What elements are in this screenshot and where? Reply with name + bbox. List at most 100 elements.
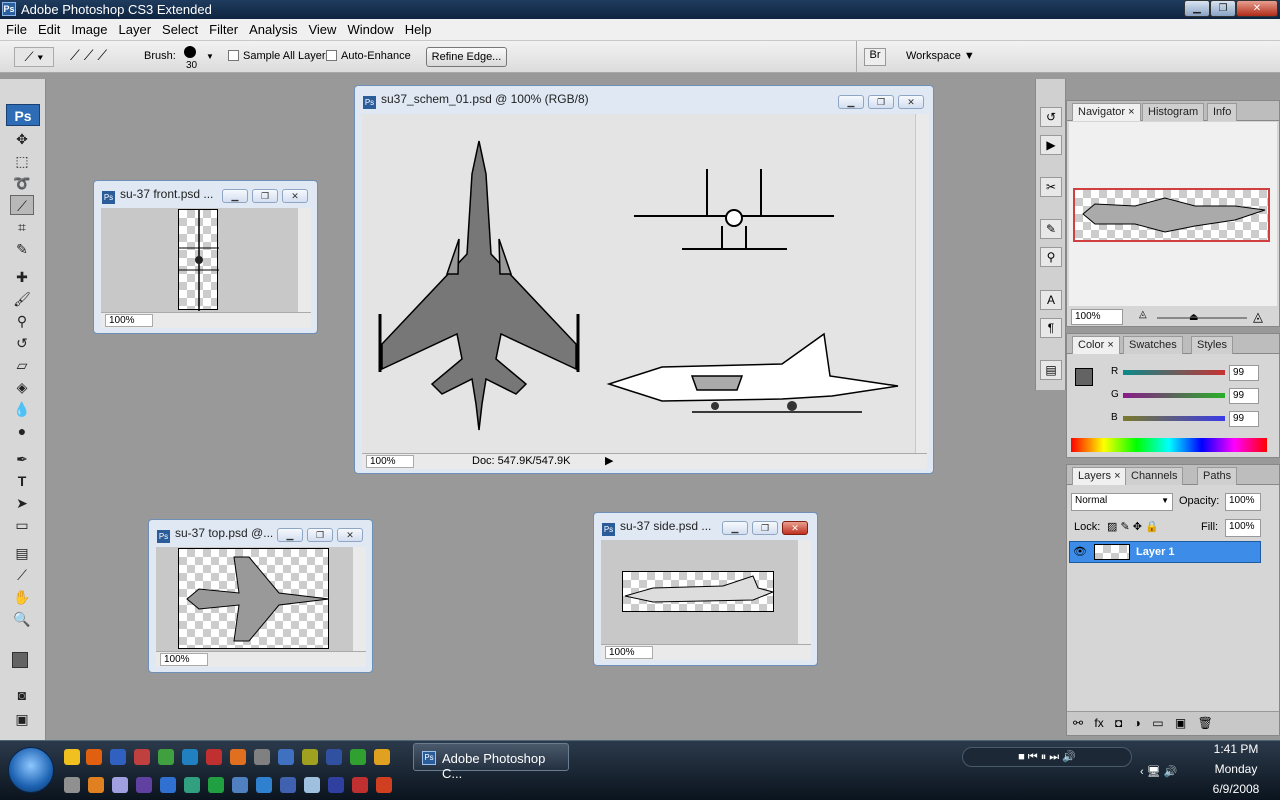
lock-icons[interactable]: ▨ ✎ ✥ 🔒 [1107, 520, 1159, 533]
doc-window-front[interactable]: Ps su-37 front.psd ... ▁ ❐ ✕ 100% [93, 180, 318, 334]
quicklaunch-icon[interactable] [64, 777, 80, 793]
clone-stamp-icon[interactable]: ⚲ [10, 311, 34, 331]
quicklaunch-icon[interactable] [278, 749, 294, 765]
eyedropper-icon[interactable]: ⟋ [10, 565, 34, 585]
selection-mode-icons[interactable]: ⟋ ⟋ ⟋ [70, 47, 107, 64]
zoom-slider-thumb[interactable]: ⏏ [1189, 312, 1198, 323]
clock[interactable]: 1:41 PM Monday 6/9/2008 [1192, 741, 1280, 796]
tab-navigator[interactable]: Navigator × [1072, 103, 1141, 121]
menu-image[interactable]: Image [65, 19, 112, 37]
tab-swatches[interactable]: Swatches [1123, 336, 1183, 354]
type-tool-icon[interactable]: T [10, 471, 34, 491]
color-spectrum-bar[interactable] [1071, 438, 1267, 452]
eye-icon[interactable]: 👁 [1073, 545, 1087, 558]
taskbar-photoshop-button[interactable]: Ps Adobe Photoshop C... [413, 743, 569, 781]
rectangle-tool-icon[interactable]: ▭ [10, 515, 34, 535]
foreground-color-swatch[interactable] [1075, 368, 1093, 386]
quicklaunch-icon[interactable] [208, 777, 224, 793]
doc-maximize-button[interactable]: ❐ [752, 521, 778, 535]
menu-view[interactable]: View [302, 19, 341, 37]
brush-tool-icon[interactable]: 🖌 [10, 289, 34, 309]
healing-brush-icon[interactable]: ✚ [10, 267, 34, 287]
doc-maximize-button[interactable]: ❐ [868, 95, 894, 109]
quicklaunch-icon[interactable] [64, 749, 80, 765]
tab-channels[interactable]: Channels [1125, 467, 1184, 485]
quicklaunch-icon[interactable] [110, 749, 126, 765]
menu-window[interactable]: Window [341, 19, 398, 37]
navigator-zoom-field[interactable]: 100% [1071, 309, 1123, 325]
blend-mode-select[interactable]: Normal ▼ [1071, 493, 1173, 511]
brush-dropdown-icon[interactable]: ▼ [206, 52, 214, 61]
zoom-out-icon[interactable]: ◬ [1139, 309, 1147, 320]
canvas[interactable] [601, 540, 797, 644]
quicklaunch-icon[interactable] [376, 777, 392, 793]
auto-enhance-checkbox[interactable]: Auto-Enhance [326, 50, 411, 62]
path-selection-icon[interactable]: ➤ [10, 493, 34, 513]
eraser-tool-icon[interactable]: ▱ [10, 355, 34, 375]
sample-all-layers-checkbox[interactable]: Sample All Layers [228, 50, 331, 62]
brushes-icon[interactable]: ✎ [1040, 219, 1062, 239]
slice-tool-icon[interactable]: ✎ [10, 239, 34, 259]
menu-edit[interactable]: Edit [32, 19, 65, 37]
quicklaunch-icon[interactable] [158, 749, 174, 765]
blue-slider[interactable] [1123, 416, 1225, 421]
tab-paths[interactable]: Paths [1197, 467, 1238, 485]
canvas[interactable] [156, 547, 352, 651]
refine-edge-button[interactable]: Refine Edge... [426, 47, 507, 67]
zoom-field[interactable]: 100% [366, 455, 414, 468]
tab-info[interactable]: Info [1207, 103, 1238, 121]
brush-preview-icon[interactable] [184, 46, 196, 58]
canvas[interactable] [362, 114, 915, 453]
quicklaunch-icon[interactable] [254, 749, 270, 765]
quicklaunch-icon[interactable] [184, 777, 200, 793]
quicklaunch-icon[interactable] [302, 749, 318, 765]
doc-minimize-button[interactable]: ▁ [722, 521, 748, 535]
screen-mode-icon[interactable]: ▣ [10, 709, 34, 729]
zoom-field[interactable]: 100% [160, 653, 208, 666]
blue-value-field[interactable]: 99 [1229, 411, 1259, 427]
zoom-field[interactable]: 100% [105, 314, 153, 327]
green-slider[interactable] [1123, 393, 1225, 398]
quicklaunch-icon[interactable] [86, 749, 102, 765]
menu-layer[interactable]: Layer [113, 19, 157, 37]
quicklaunch-icon[interactable] [232, 777, 248, 793]
fill-field[interactable]: 100% [1225, 519, 1261, 537]
canvas[interactable] [101, 208, 297, 312]
doc-window-main[interactable]: Ps su37_schem_01.psd @ 100% (RGB/8) ▁ ❐ ✕ [354, 85, 934, 474]
quicklaunch-icon[interactable] [350, 749, 366, 765]
vertical-scrollbar[interactable] [797, 540, 811, 644]
quicklaunch-icon[interactable] [88, 777, 104, 793]
navigator-thumbnail[interactable] [1073, 188, 1270, 242]
quicklaunch-icon[interactable] [328, 777, 344, 793]
menu-file[interactable]: File [0, 19, 32, 37]
doc-close-button[interactable]: ✕ [337, 528, 363, 542]
quick-selection-tool-icon[interactable]: ⟋ [10, 195, 34, 215]
layer-row[interactable]: 👁 Layer 1 [1069, 541, 1261, 563]
quicklaunch-icon[interactable] [182, 749, 198, 765]
character-icon[interactable]: A [1040, 290, 1062, 310]
tool-presets-icon[interactable]: ✂ [1040, 177, 1062, 197]
quicklaunch-icon[interactable] [280, 777, 296, 793]
clone-source-icon[interactable]: ⚲ [1040, 247, 1062, 267]
status-menu-arrow-icon[interactable]: ▶ [605, 454, 613, 467]
vertical-scrollbar[interactable] [297, 208, 311, 312]
quicklaunch-icon[interactable] [134, 749, 150, 765]
doc-maximize-button[interactable]: ❐ [252, 189, 278, 203]
lasso-tool-icon[interactable]: ➰ [10, 173, 34, 193]
quicklaunch-icon[interactable] [374, 749, 390, 765]
green-value-field[interactable]: 99 [1229, 388, 1259, 404]
doc-close-button[interactable]: ✕ [898, 95, 924, 109]
paint-bucket-icon[interactable]: ◈ [10, 377, 34, 397]
foreground-color-swatch[interactable] [12, 652, 28, 668]
doc-close-button[interactable]: ✕ [782, 521, 808, 535]
quicklaunch-icon[interactable] [112, 777, 128, 793]
layers-footer-icons[interactable]: ⚯ fx ◘ ◑ ▭ ▣ 🗑 [1067, 711, 1279, 735]
menu-analysis[interactable]: Analysis [243, 19, 302, 37]
opacity-field[interactable]: 100% [1225, 493, 1261, 511]
history-icon[interactable]: ↺ [1040, 107, 1062, 127]
quicklaunch-icon[interactable] [352, 777, 368, 793]
doc-window-top[interactable]: Ps su-37 top.psd @... ▁ ❐ ✕ 100% [148, 519, 373, 673]
layer-comps-icon[interactable]: ▤ [1040, 360, 1062, 380]
start-button[interactable] [8, 747, 54, 793]
move-tool-icon[interactable]: ✥ [10, 129, 34, 149]
